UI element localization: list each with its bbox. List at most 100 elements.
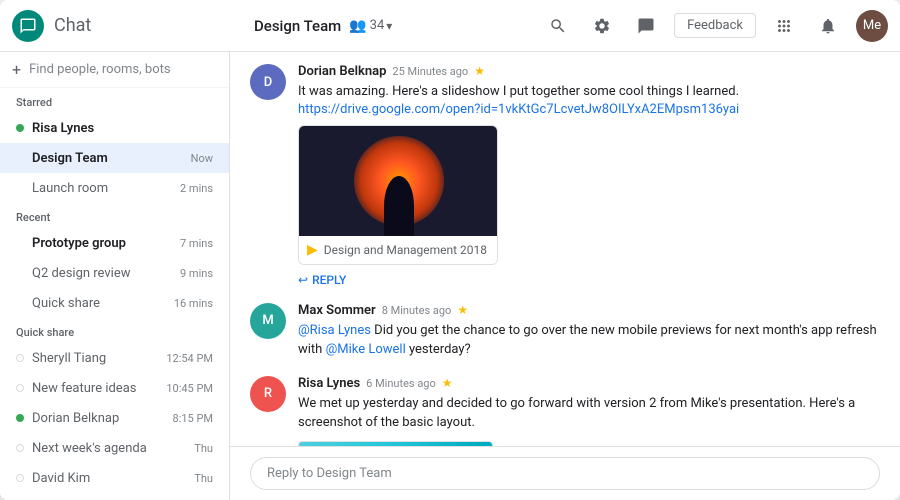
notifications-button[interactable] bbox=[812, 10, 844, 42]
user-avatar[interactable]: Me bbox=[856, 10, 888, 42]
message-group-dorian: D Dorian Belknap 25 Minutes ago ★ It was… bbox=[250, 64, 880, 287]
sidebar-item-sheryll[interactable]: Sheryll Tiang 12:54 PM bbox=[0, 343, 229, 373]
apps-grid-button[interactable] bbox=[768, 10, 800, 42]
dot bbox=[16, 444, 24, 452]
msg-author: Max Sommer bbox=[298, 303, 376, 318]
sidebar-item-name: Design Team bbox=[32, 151, 187, 166]
mention-mike: @Mike Lowell bbox=[326, 342, 406, 357]
sidebar: + Find people, rooms, bots Starred Risa … bbox=[0, 52, 230, 500]
msg-content-dorian: Dorian Belknap 25 Minutes ago ★ It was a… bbox=[298, 64, 880, 287]
reply-icon: ↩ bbox=[298, 273, 308, 287]
search-placeholder: Find people, rooms, bots bbox=[29, 62, 171, 77]
sidebar-item-name: Prototype group bbox=[32, 236, 176, 251]
search-button[interactable] bbox=[542, 10, 574, 42]
attachment-thumbnail bbox=[299, 126, 498, 236]
room-title: Design Team bbox=[254, 17, 341, 35]
sidebar-item-risa-lynes[interactable]: Risa Lynes bbox=[0, 113, 229, 143]
plus-icon: + bbox=[12, 60, 21, 79]
online-dot bbox=[16, 414, 24, 422]
dot bbox=[16, 299, 24, 307]
sidebar-item-name: Dorian Belknap bbox=[32, 411, 169, 426]
chat-icon-button[interactable] bbox=[630, 10, 662, 42]
sidebar-item-time: 9 mins bbox=[180, 267, 213, 280]
message-group-risa: R Risa Lynes 6 Minutes ago ★ We met up y… bbox=[250, 376, 880, 447]
star-icon: ★ bbox=[442, 376, 453, 390]
sidebar-item-next-week[interactable]: Next week's agenda Thu bbox=[0, 433, 229, 463]
message-group-max: M Max Sommer 8 Minutes ago ★ @Risa Lynes… bbox=[250, 303, 880, 360]
sidebar-item-new-feature[interactable]: New feature ideas 10:45 PM bbox=[0, 373, 229, 403]
sidebar-item-name: Q2 design review bbox=[32, 266, 176, 281]
star-icon: ★ bbox=[457, 303, 468, 317]
msg-header: Dorian Belknap 25 Minutes ago ★ bbox=[298, 64, 880, 79]
sidebar-item-time: 12:54 PM bbox=[166, 352, 213, 365]
app-title: Chat bbox=[54, 15, 91, 36]
app-container: Chat Design Team 👥 34 ▾ Feedback bbox=[0, 0, 900, 500]
sidebar-item-time: 2 mins bbox=[180, 182, 213, 195]
msg-author: Dorian Belknap bbox=[298, 64, 386, 79]
sidebar-item-prototype-group[interactable]: Prototype group 7 mins bbox=[0, 228, 229, 258]
people-icon: 👥 bbox=[349, 18, 366, 34]
msg-header: Max Sommer 8 Minutes ago ★ bbox=[298, 303, 880, 318]
sidebar-item-time: 10:45 PM bbox=[166, 382, 213, 395]
sidebar-item-quick-share[interactable]: Quick share 16 mins bbox=[0, 288, 229, 318]
member-count: 34 bbox=[370, 18, 385, 33]
attachment-label: ▶ Design and Management 2018 bbox=[299, 236, 497, 264]
inactive-dot bbox=[16, 184, 24, 192]
sidebar-item-launch-room[interactable]: Launch room 2 mins bbox=[0, 173, 229, 203]
msg-text: We met up yesterday and decided to go fo… bbox=[298, 394, 880, 433]
screenshot-card[interactable] bbox=[298, 441, 493, 447]
inactive-dot bbox=[16, 154, 24, 162]
room-members-button[interactable]: 👥 34 ▾ bbox=[349, 18, 392, 34]
attachment-card[interactable]: ▶ Design and Management 2018 bbox=[298, 125, 498, 265]
sidebar-item-name: Risa Lynes bbox=[32, 121, 213, 136]
msg-text: It was amazing. Here's a slideshow I put… bbox=[298, 82, 880, 102]
sidebar-item-david-kim[interactable]: David Kim Thu bbox=[0, 463, 229, 493]
sidebar-item-time: Thu bbox=[194, 472, 213, 485]
messages-container: D Dorian Belknap 25 Minutes ago ★ It was… bbox=[230, 52, 900, 446]
chevron-down-icon: ▾ bbox=[386, 19, 392, 33]
slides-icon: ▶ bbox=[307, 242, 318, 258]
chat-area: D Dorian Belknap 25 Minutes ago ★ It was… bbox=[230, 52, 900, 500]
sidebar-item-name: Sheryll Tiang bbox=[32, 351, 162, 366]
msg-content-risa: Risa Lynes 6 Minutes ago ★ We met up yes… bbox=[298, 376, 880, 447]
sidebar-item-q2-design[interactable]: Q2 design review 9 mins bbox=[0, 258, 229, 288]
quick-share-section-label: Quick share bbox=[0, 318, 229, 343]
feedback-label: Feedback bbox=[687, 18, 743, 33]
feedback-button[interactable]: Feedback bbox=[674, 13, 756, 38]
sidebar-item-design-team[interactable]: Design Team Now bbox=[0, 143, 229, 173]
dot bbox=[16, 474, 24, 482]
sidebar-item-dorian[interactable]: Dorian Belknap 8:15 PM bbox=[0, 403, 229, 433]
sidebar-search[interactable]: + Find people, rooms, bots bbox=[0, 52, 229, 88]
sidebar-item-time: 7 mins bbox=[180, 237, 213, 250]
message-input-placeholder: Reply to Design Team bbox=[267, 466, 863, 481]
top-bar-left: Chat bbox=[12, 10, 242, 42]
sidebar-item-name: David Kim bbox=[32, 471, 190, 486]
avatar-max: M bbox=[250, 303, 286, 339]
screenshot-thumbnail bbox=[299, 442, 493, 447]
msg-time: 25 Minutes ago bbox=[392, 65, 468, 78]
msg-header: Risa Lynes 6 Minutes ago ★ bbox=[298, 376, 880, 391]
recent-section-label: Recent bbox=[0, 203, 229, 228]
dot bbox=[16, 239, 24, 247]
settings-button[interactable] bbox=[586, 10, 618, 42]
sidebar-item-name: New feature ideas bbox=[32, 381, 162, 396]
top-bar-right: Feedback Me bbox=[542, 10, 888, 42]
starred-section-label: Starred bbox=[0, 88, 229, 113]
sidebar-item-time: Thu bbox=[194, 442, 213, 455]
sidebar-item-time: Now bbox=[191, 152, 213, 165]
message-input-box[interactable]: Reply to Design Team bbox=[250, 457, 880, 490]
top-bar: Chat Design Team 👥 34 ▾ Feedback bbox=[0, 0, 900, 52]
sidebar-item-time: 16 mins bbox=[174, 297, 213, 310]
sidebar-item-name: Launch room bbox=[32, 181, 176, 196]
msg-content-max: Max Sommer 8 Minutes ago ★ @Risa Lynes D… bbox=[298, 303, 880, 360]
reply-button[interactable]: ↩ REPLY bbox=[298, 273, 880, 287]
figure-silhouette bbox=[384, 176, 414, 236]
sidebar-item-name: Quick share bbox=[32, 296, 170, 311]
avatar-risa: R bbox=[250, 376, 286, 412]
msg-time: 8 Minutes ago bbox=[382, 304, 452, 317]
dot bbox=[16, 354, 24, 362]
msg-link[interactable]: https://drive.google.com/open?id=1vkKtGc… bbox=[298, 102, 880, 117]
dot bbox=[16, 269, 24, 277]
sidebar-item-name: Next week's agenda bbox=[32, 441, 190, 456]
sidebar-item-offsite[interactable]: Offsite prep Wed bbox=[0, 493, 229, 500]
